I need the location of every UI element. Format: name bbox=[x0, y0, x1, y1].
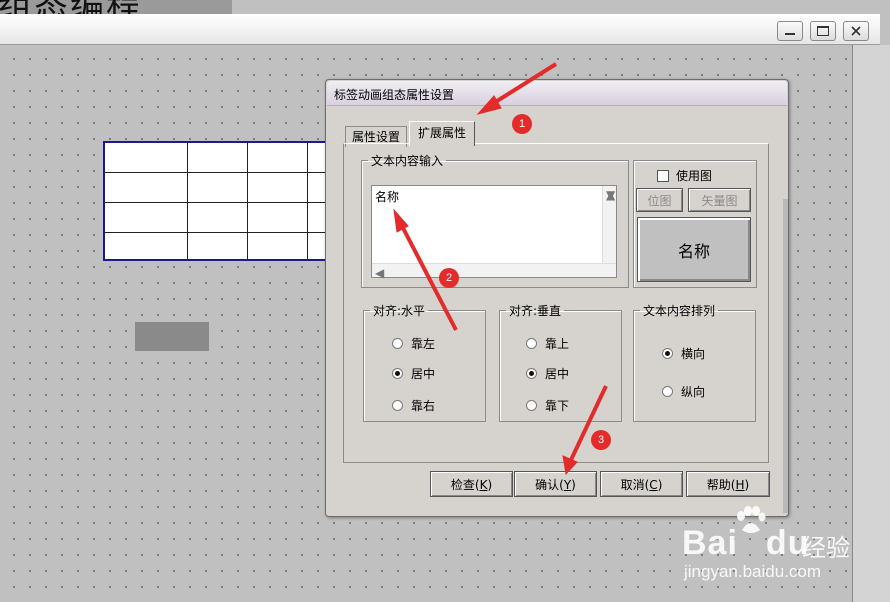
watermark-url: jingyan.baidu.com bbox=[684, 562, 822, 581]
badge-number: 3 bbox=[597, 434, 605, 446]
badge-number: 1 bbox=[518, 118, 526, 130]
watermark-suffix: 经验 bbox=[802, 534, 850, 562]
annotation-badge-1: 1 bbox=[512, 114, 532, 134]
annotation-badge-3: 3 bbox=[591, 430, 611, 450]
annotation-arrow-3 bbox=[568, 385, 608, 463]
watermark-brand-part1: Bai bbox=[682, 524, 738, 562]
tab-extended-properties[interactable]: 扩展属性 bbox=[409, 121, 475, 146]
annotation-badge-2: 2 bbox=[439, 268, 459, 288]
badge-number: 2 bbox=[445, 272, 453, 284]
watermark-brand: Bai du bbox=[682, 524, 809, 563]
tab-label: 扩展属性 bbox=[417, 126, 466, 140]
annotation-arrowhead-2 bbox=[393, 208, 409, 233]
annotation-arrowhead-3 bbox=[562, 455, 578, 476]
annotation-arrow-1 bbox=[487, 62, 558, 108]
baidu-jingyan-watermark: Bai du 经验 jingyan.baidu.com bbox=[676, 504, 890, 602]
